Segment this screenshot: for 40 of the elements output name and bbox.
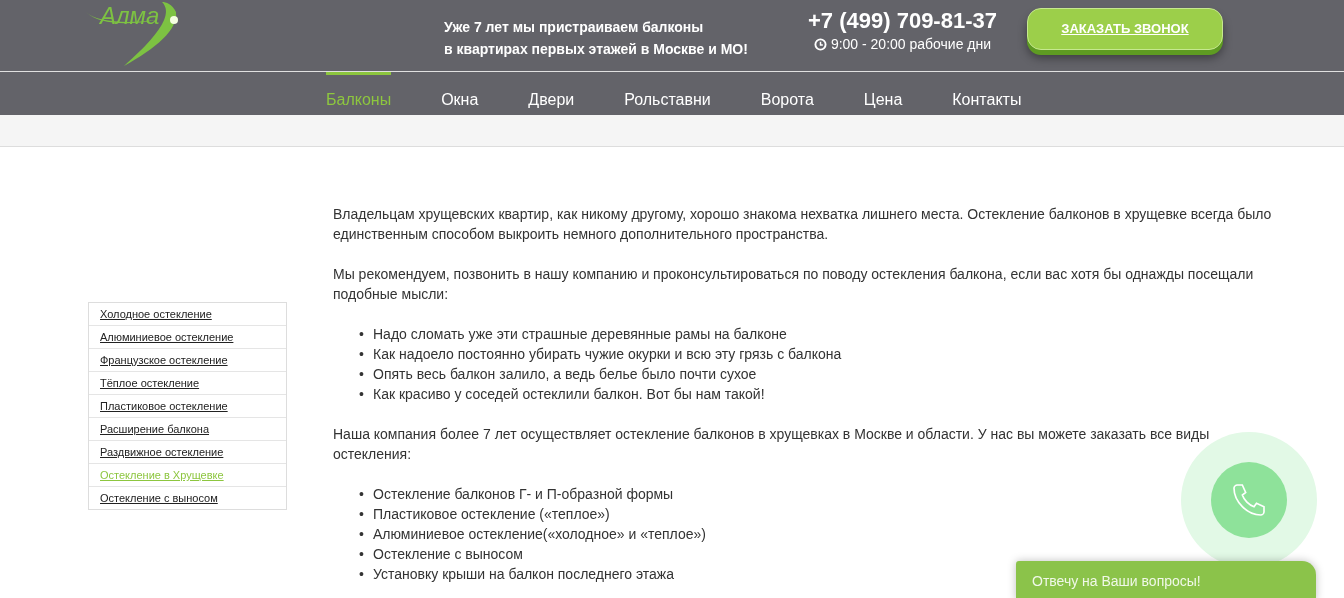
bullet: • <box>359 325 365 344</box>
list-item: Алюминиевое остекление(«холодное» и «теплое») <box>373 525 706 544</box>
list-item: Опять весь балкон залило, а ведь белье было почти сухое <box>373 365 757 384</box>
list-item: Как надоело постоянно убирать чужие окурки и всю эту грязь с балкона <box>373 345 842 364</box>
list-item: Остекление балконов Г- и П-образной формы <box>373 485 674 504</box>
list-item: Пластиковое остекление («теплое») <box>373 505 610 524</box>
sidebar-link[interactable]: Алюминиевое остекление <box>89 326 286 349</box>
paragraph: Наша компания более 7 лет осуществляет остекление балконов в хрущевках в Москве и области. У нас вы можете заказать все виды остекления: <box>333 425 1211 464</box>
sidebar-link[interactable]: Остекление с выносом <box>89 487 286 509</box>
nav-tab[interactable]: Окна <box>441 72 479 115</box>
tagline: Уже 7 лет мы пристраиваем балконы <box>444 18 705 37</box>
nav-tab[interactable]: Рольставни <box>624 72 711 115</box>
bullet: • <box>359 525 365 544</box>
bullet: • <box>359 545 365 564</box>
phone-number: +7 (499) 709-81-37 <box>808 8 997 34</box>
bullet: • <box>359 365 365 384</box>
bullet: • <box>359 565 365 584</box>
paragraph: Владельцам хрущевских квартир, как никому другому, хорошо знакома нехватка лишнего места. Остекление балконов в хрущевке всегда было единственным способом выкроить немного дополнительного пространства. <box>333 205 1273 244</box>
paragraph: Мы рекомендуем, позвонить в нашу компанию и проконсультироваться по поводу остекления балкона, если вас хотя бы однажды посещали подобные мысли: <box>333 265 1255 304</box>
sidebar-link[interactable]: Тёплое остекление <box>89 372 286 395</box>
sidebar-link[interactable]: Холодное остекление <box>89 303 286 326</box>
list-item: Остекление с выносом <box>373 545 523 564</box>
clock-icon <box>813 37 827 51</box>
bullet: • <box>359 505 365 524</box>
list-item: Установку крыши на балкон последнего этажа <box>373 565 674 584</box>
list-item: Надо сломать уже эти страшные деревянные рамы на балконе <box>373 325 787 344</box>
sidebar-link[interactable]: Раздвижное остекление <box>89 441 286 464</box>
nav-tab[interactable]: Контакты <box>952 72 1022 115</box>
bullet: • <box>359 485 365 504</box>
working-hours: 9:00 - 20:00 рабочие дни <box>830 35 992 54</box>
nav-tab[interactable]: Ворота <box>760 72 814 115</box>
tagline: в квартирах первых этажей в Москве и МО! <box>444 40 749 59</box>
sidebar-link[interactable]: Пластиковое остекление <box>89 395 286 418</box>
bullet: • <box>359 385 365 404</box>
bullet: • <box>359 345 365 364</box>
sidebar-link[interactable]: Расширение балкона <box>89 418 286 441</box>
list-item: Как красиво у соседей остеклили балкон. Вот бы нам такой! <box>373 385 765 404</box>
sidebar-link[interactable]: Французское остекление <box>89 349 286 372</box>
nav-tab[interactable]: Цена <box>863 72 903 115</box>
nav-tab[interactable]: Двери <box>528 72 575 115</box>
